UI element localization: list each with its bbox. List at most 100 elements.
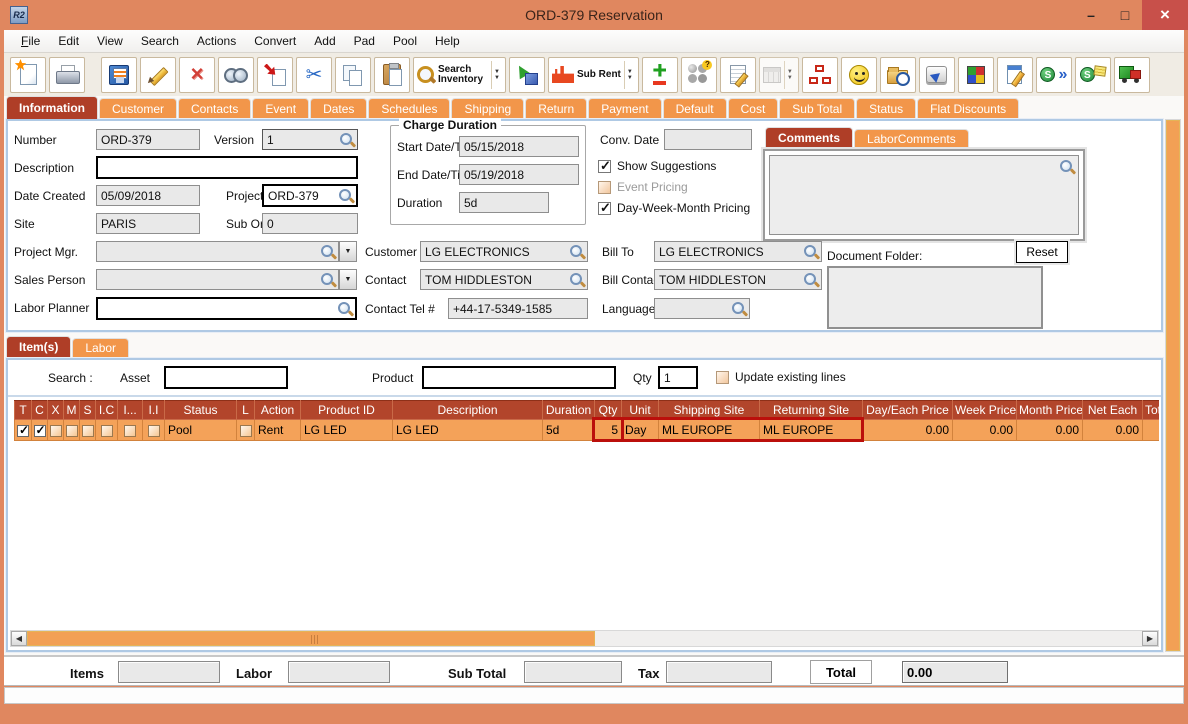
customer-lookup-icon[interactable] — [569, 244, 585, 260]
customer-field[interactable]: LG ELECTRONICS — [420, 241, 588, 262]
col-net-each[interactable]: Net Each — [1082, 400, 1143, 420]
row-checkbox-t[interactable] — [17, 423, 29, 437]
contact-field[interactable]: TOM HIDDLESTON — [420, 269, 588, 290]
bill-to-field[interactable]: LG ELECTRONICS — [654, 241, 822, 262]
send-forward-button[interactable]: » — [1035, 56, 1072, 93]
date-created-field[interactable]: 05/09/2018 — [96, 185, 200, 206]
cell-net-each[interactable]: 0.00 — [1082, 419, 1143, 441]
description-field[interactable] — [96, 156, 358, 179]
cell-total[interactable] — [1142, 419, 1159, 441]
col-c[interactable]: C — [31, 400, 48, 420]
sales-person-dropdown[interactable] — [339, 269, 357, 290]
search-inventory-button[interactable]: Search Inventory — [413, 56, 506, 93]
contact-tel-field[interactable]: +44-17-5349-1585 — [448, 298, 588, 319]
tab-cost[interactable]: Cost — [727, 98, 779, 119]
sales-person-field[interactable] — [96, 269, 339, 290]
project-field[interactable]: ORD-379 — [262, 184, 358, 207]
row-checkbox-ii[interactable] — [147, 424, 160, 437]
cell-returning-site[interactable]: ML EUROPE — [759, 419, 863, 441]
tab-schedules[interactable]: Schedules — [368, 98, 451, 119]
print-button[interactable] — [49, 56, 85, 93]
col-ic[interactable]: I.C — [95, 400, 118, 420]
vertical-scrollbar[interactable] — [1165, 119, 1181, 652]
cell-duration[interactable]: 5d — [542, 419, 595, 441]
project-lookup-icon[interactable] — [338, 188, 354, 204]
col-i-dots[interactable]: I... — [117, 400, 143, 420]
col-x[interactable]: X — [47, 400, 64, 420]
cubes-button[interactable] — [957, 56, 994, 93]
menu-add[interactable]: Add — [305, 31, 344, 51]
menu-pool[interactable]: Pool — [384, 31, 426, 51]
menu-help[interactable]: Help — [426, 31, 469, 51]
col-duration[interactable]: Duration — [542, 400, 595, 420]
start-date-field[interactable]: 05/15/2018 — [459, 136, 579, 157]
cell-unit[interactable]: Day — [621, 419, 659, 441]
comments-lookup-icon[interactable] — [1059, 159, 1075, 175]
row-checkbox-c[interactable] — [33, 423, 46, 437]
cut-button[interactable]: ✂ — [296, 56, 332, 93]
contact-lookup-icon[interactable] — [569, 272, 585, 288]
language-field[interactable] — [654, 298, 750, 319]
tab-flat-discounts[interactable]: Flat Discounts — [917, 98, 1020, 119]
col-product-id[interactable]: Product ID — [300, 400, 393, 420]
duration-field[interactable]: 5d — [459, 192, 549, 213]
number-field[interactable]: ORD-379 — [96, 129, 200, 150]
menu-edit[interactable]: Edit — [49, 31, 88, 51]
asset-input[interactable] — [164, 366, 288, 389]
tab-default[interactable]: Default — [662, 98, 727, 119]
tab-information[interactable]: Information — [6, 96, 98, 119]
tab-payment[interactable]: Payment — [588, 98, 662, 119]
tab-comments[interactable]: Comments — [765, 127, 854, 149]
copy-button[interactable] — [335, 56, 371, 93]
bill-contact-lookup-icon[interactable] — [803, 272, 819, 288]
group-button[interactable]: ? — [680, 56, 717, 93]
vertical-scroll-thumb[interactable] — [1166, 120, 1180, 651]
project-mgr-field[interactable] — [96, 241, 339, 262]
tab-status[interactable]: Status — [856, 98, 917, 119]
horizontal-scrollbar[interactable]: ◀ ▶ — [10, 630, 1159, 647]
qty-input[interactable]: 1 — [658, 366, 698, 389]
col-m[interactable]: M — [63, 400, 80, 420]
col-day-each-price[interactable]: Day/Each Price — [862, 400, 953, 420]
col-qty[interactable]: Qty — [594, 400, 622, 420]
menu-convert[interactable]: Convert — [245, 31, 305, 51]
tab-contacts[interactable]: Contacts — [178, 98, 252, 119]
maximize-button[interactable]: □ — [1108, 0, 1142, 30]
update-existing-checkbox[interactable] — [716, 370, 729, 384]
document-folder-textarea[interactable] — [827, 266, 1043, 329]
tab-customer[interactable]: Customer — [99, 98, 178, 119]
col-l[interactable]: L — [236, 400, 255, 420]
shortcut-key-button[interactable] — [918, 56, 955, 93]
tab-labor[interactable]: Labor — [72, 338, 130, 358]
col-total[interactable]: Tot — [1142, 400, 1159, 420]
tab-shipping[interactable]: Shipping — [451, 98, 525, 119]
col-returning-site[interactable]: Returning Site — [759, 400, 863, 420]
calendar-button[interactable] — [758, 56, 799, 93]
language-lookup-icon[interactable] — [731, 301, 747, 317]
col-shipping-site[interactable]: Shipping Site — [658, 400, 760, 420]
labor-planner-lookup-icon[interactable] — [337, 301, 353, 317]
row-checkbox-i3[interactable] — [124, 424, 136, 437]
delivery-button[interactable] — [1113, 56, 1150, 93]
cell-week-price[interactable]: 0.00 — [952, 419, 1017, 441]
col-description[interactable]: Description — [392, 400, 543, 420]
new-button[interactable] — [10, 56, 46, 93]
site-field[interactable]: PARIS — [96, 213, 200, 234]
col-action[interactable]: Action — [254, 400, 301, 420]
edit-button[interactable] — [140, 56, 176, 93]
notes-button[interactable] — [719, 56, 756, 93]
paste-button[interactable] — [374, 56, 410, 93]
day-week-month-checkbox[interactable] — [598, 200, 611, 216]
cell-product-id[interactable]: LG LED — [300, 419, 393, 441]
cell-qty[interactable]: 5 — [594, 419, 622, 441]
menu-search[interactable]: Search — [132, 31, 188, 51]
item-row[interactable]: Pool Rent LG LED LG LED 5d 5 Day ML EURO… — [14, 419, 1159, 441]
product-input[interactable] — [422, 366, 616, 389]
col-ii[interactable]: I.I — [142, 400, 165, 420]
row-checkbox-ic[interactable] — [100, 424, 113, 437]
tab-labor-comments[interactable]: LaborComments — [854, 129, 969, 149]
show-suggestions-checkbox[interactable] — [598, 158, 611, 174]
cell-day-each-price[interactable]: 0.00 — [862, 419, 953, 441]
row-checkbox-l[interactable] — [239, 424, 252, 437]
scroll-right-arrow-icon[interactable]: ▶ — [1142, 631, 1158, 646]
